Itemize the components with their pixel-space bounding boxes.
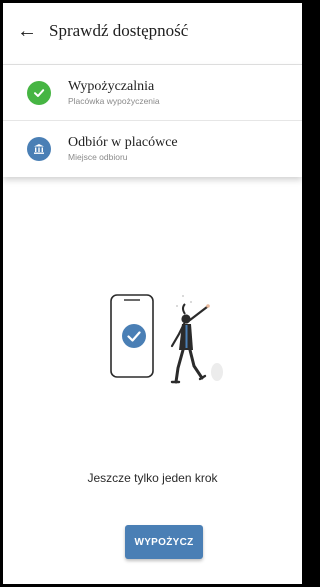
steps-list: Wypożyczalnia Placówka wypożyczenia Odbi… <box>3 65 302 177</box>
app-screen: ← Sprawdź dostępność Wypożyczalnia Placó… <box>3 3 302 584</box>
step-title: Odbiór w placówce <box>68 135 178 150</box>
bank-icon <box>34 144 44 154</box>
step-subtitle: Miejsce odbioru <box>68 152 128 162</box>
step-odbior[interactable]: Odbiór w placówce Miejsce odbioru <box>3 121 302 177</box>
back-button[interactable]: ← <box>5 3 49 59</box>
arrow-left-icon: ← <box>17 19 37 42</box>
step-done-badge <box>27 80 51 105</box>
page-title: Sprawdź dostępność <box>49 21 189 40</box>
step-wypozyczalnia[interactable]: Wypożyczalnia Placówka wypożyczenia <box>3 65 302 121</box>
rent-button[interactable]: WYPOŻYCZ <box>125 525 203 559</box>
step-pending-badge <box>27 137 51 161</box>
app-bar: ← Sprawdź dostępność <box>3 3 302 59</box>
step-title: Wypożyczalnia <box>68 78 155 94</box>
step-subtitle: Placówka wypożyczenia <box>68 95 160 106</box>
check-icon <box>34 88 45 97</box>
step-message: Jeszcze tylko jeden krok <box>87 471 218 485</box>
phone-check-person-illustration <box>110 294 223 384</box>
